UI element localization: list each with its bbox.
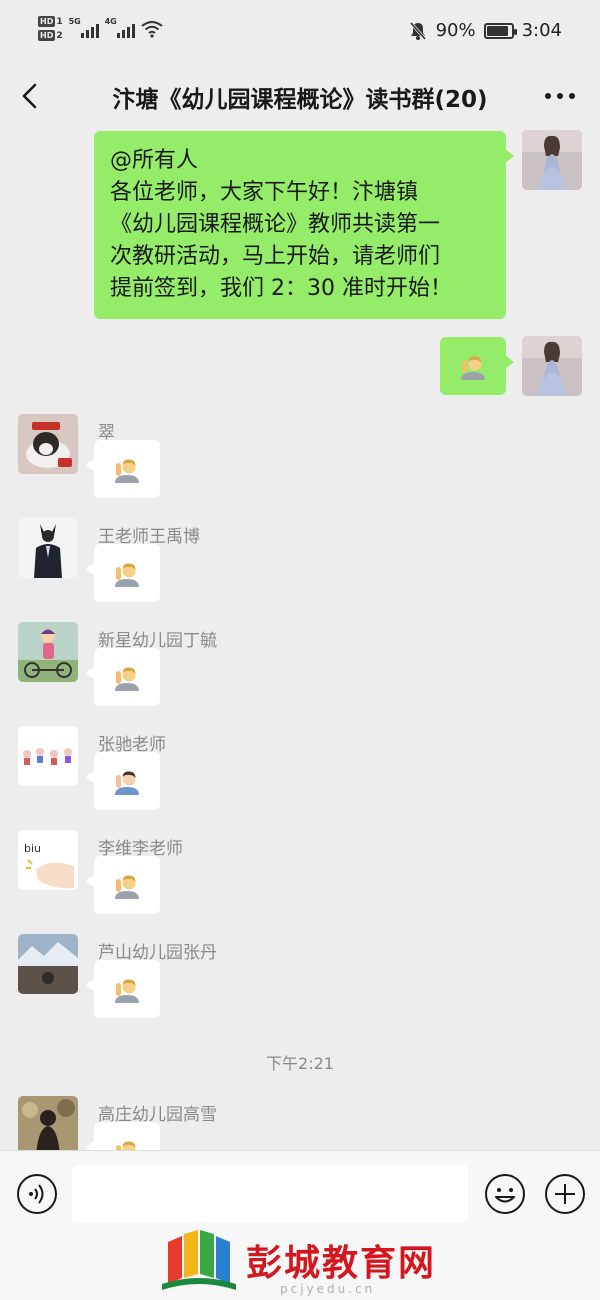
status-bar: HD 1 HD 2 5G 4G 90% 3:04: [0, 0, 600, 66]
chat-header: 汴塘《幼儿园课程概论》读书群(20): [0, 66, 600, 126]
ellipsis-icon[interactable]: [540, 82, 580, 110]
sim2-hd-label: HD: [38, 30, 56, 41]
raising-hand-emoji-icon: [112, 454, 142, 484]
plus-circle-icon[interactable]: [544, 1173, 586, 1215]
battery-percent: 90%: [435, 20, 476, 41]
message-timestamp: 下午2:21: [266, 1054, 334, 1073]
sim2-hd-badge: HD 2: [38, 30, 63, 41]
own-avatar[interactable]: [522, 336, 582, 396]
sim1-index: 1: [56, 16, 63, 27]
raising-hand-emoji-icon: [112, 974, 142, 1004]
own-avatar[interactable]: [522, 130, 582, 190]
member-avatar-hand[interactable]: biu: [18, 830, 78, 890]
signal-icon-sim1: 5G: [68, 16, 99, 38]
mute-icon: [409, 21, 426, 40]
network-5g-label: 5G: [68, 16, 81, 26]
book-logo-icon: [162, 1230, 236, 1290]
chat-title: 汴塘《幼儿园课程概论》读书群(20): [112, 87, 488, 113]
member-avatar-suit[interactable]: [18, 518, 78, 578]
status-time: 3:04: [521, 20, 562, 41]
member-emoji-bubble[interactable]: [86, 544, 160, 602]
sim-indicators: HD 1 HD 2: [38, 16, 63, 41]
member-emoji-bubble[interactable]: [86, 648, 160, 706]
watermark-subtext: pcjyedu.cn: [280, 1282, 376, 1296]
raising-hand-emoji-icon: [458, 351, 488, 381]
member-emoji-bubble[interactable]: [86, 1122, 160, 1150]
smiley-icon[interactable]: [484, 1173, 526, 1215]
wifi-icon: [140, 20, 163, 38]
svg-text:biu: biu: [24, 842, 41, 855]
own-text-bubble[interactable]: @所有人 各位老师，大家下午好！汴塘镇 《幼儿园课程概论》教师共读第一 次教研活…: [94, 131, 514, 319]
member-avatar-scooter[interactable]: [18, 622, 78, 682]
status-right: 90% 3:04: [408, 20, 562, 41]
raising-hand-man-emoji-icon: [112, 766, 142, 796]
own-emoji-bubble[interactable]: [440, 337, 514, 395]
own-message-text: @所有人 各位老师，大家下午好！汴塘镇 《幼儿园课程概论》教师共读第一 次教研活…: [110, 148, 452, 301]
member-emoji-bubble[interactable]: [86, 440, 160, 498]
raising-hand-emoji-icon: [112, 558, 142, 588]
battery-icon: [483, 22, 517, 39]
sim2-index: 2: [56, 30, 63, 41]
watermark-text: 彭城教育网: [246, 1243, 437, 1284]
signal-icon-sim2: 4G: [104, 16, 135, 38]
member-avatar-cat[interactable]: [18, 414, 78, 474]
network-4g-label: 4G: [104, 16, 117, 26]
raising-hand-emoji-icon: [112, 662, 142, 692]
member-avatar-girl[interactable]: [18, 1096, 78, 1150]
voice-icon[interactable]: [16, 1173, 58, 1215]
raising-hand-emoji-icon: [112, 870, 142, 900]
raising-hand-emoji-icon: [112, 1136, 142, 1150]
watermark-logo: 彭城教育网 pcjyedu.cn: [160, 1228, 460, 1298]
message-list[interactable]: @所有人 各位老师，大家下午好！汴塘镇 《幼儿园课程概论》教师共读第一 次教研活…: [0, 126, 600, 1150]
member-emoji-bubble[interactable]: [86, 960, 160, 1018]
member-avatar-landscape[interactable]: [18, 934, 78, 994]
member-emoji-bubble[interactable]: [86, 856, 160, 914]
message-input[interactable]: [72, 1165, 468, 1223]
member-emoji-bubble[interactable]: [86, 752, 160, 810]
sim1-hd-badge: HD 1: [38, 16, 63, 27]
battery-fill: [486, 25, 509, 36]
status-left: HD 1 HD 2 5G 4G: [38, 16, 163, 41]
member-avatar-cartoon[interactable]: [18, 726, 78, 786]
chevron-left-icon[interactable]: [14, 80, 46, 112]
sim1-hd-label: HD: [38, 16, 56, 27]
